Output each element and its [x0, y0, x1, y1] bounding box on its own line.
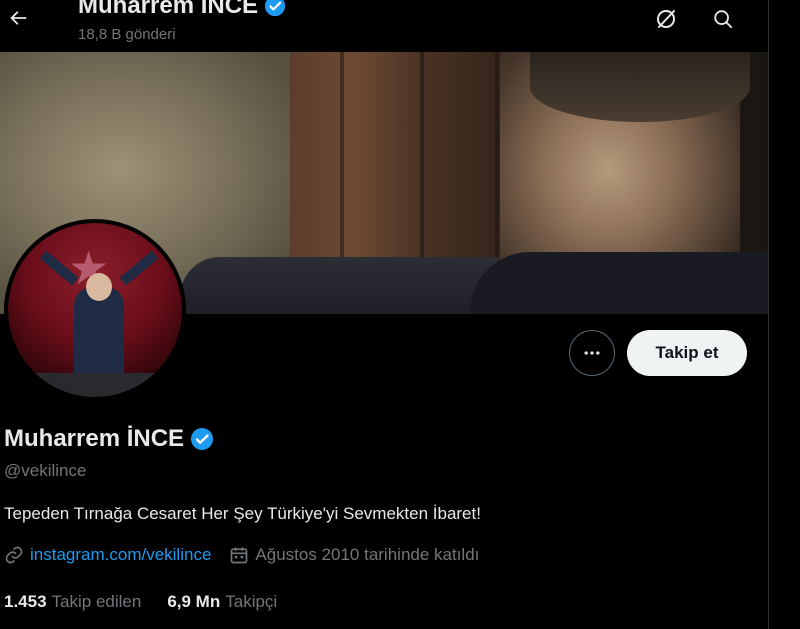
arrow-left-icon: [10, 11, 27, 25]
back-button[interactable]: [0, 0, 36, 36]
grok-button[interactable]: [651, 4, 681, 34]
profile-meta: instagram.com/vekilince Ağustos 2010 tar…: [4, 545, 479, 565]
followers-count: 6,9 Mn: [167, 592, 221, 611]
followers-label: Takipçi: [225, 592, 278, 611]
search-icon: [714, 10, 733, 29]
followers-link[interactable]: 6,9 Mn Takipçi: [167, 592, 277, 612]
verified-badge-icon[interactable]: [190, 427, 214, 451]
avatar[interactable]: ★: [4, 219, 186, 401]
link-icon: [5, 546, 23, 564]
right-pane: [769, 0, 800, 629]
more-dots-icon: [584, 351, 600, 355]
verified-badge-icon: [264, 0, 286, 17]
search-button[interactable]: [708, 4, 738, 34]
profile-link[interactable]: instagram.com/vekilince: [30, 545, 211, 565]
header-title: Muharrem İNCE: [78, 0, 286, 20]
profile-header: Muharrem İNCE 18,8 B gönderi: [0, 0, 768, 52]
following-count: 1.453: [4, 592, 47, 611]
profile-bio: Tepeden Tırnağa Cesaret Her Şey Türkiye'…: [4, 504, 481, 523]
profile-display-name: Muharrem İNCE: [4, 425, 185, 452]
more-button[interactable]: [569, 330, 615, 376]
following-label: Takip edilen: [51, 592, 142, 611]
post-count: 18,8 B gönderi: [78, 26, 176, 43]
profile-stats: 1.453 Takip edilen 6,9 Mn Takipçi: [4, 592, 277, 612]
grok-icon: [657, 10, 675, 28]
profile-column: Muharrem İNCE 18,8 B gönderi ★ Takip et …: [0, 0, 768, 629]
calendar-icon: [231, 547, 248, 564]
profile-handle: @vekilince: [4, 461, 87, 480]
profile-name: Muharrem İNCE: [4, 425, 214, 453]
following-link[interactable]: 1.453 Takip edilen: [4, 592, 141, 612]
header-name: Muharrem İNCE: [78, 0, 259, 19]
join-date: Ağustos 2010 tarihinde katıldı: [255, 545, 480, 564]
follow-button[interactable]: Takip et: [627, 330, 747, 376]
